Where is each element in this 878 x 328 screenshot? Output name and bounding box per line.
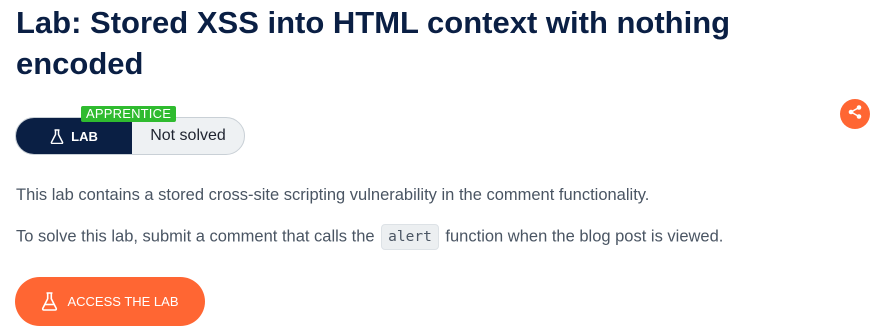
lab-instructions: To solve this lab, submit a comment that…	[16, 224, 723, 250]
share-icon	[847, 104, 863, 125]
level-badge: APPRENTICE	[81, 106, 177, 122]
instructions-text-before: To solve this lab, submit a comment that…	[16, 227, 375, 246]
lab-page: Lab: Stored XSS into HTML context with n…	[0, 0, 878, 328]
lab-type-text: LAB	[71, 128, 98, 144]
page-title: Lab: Stored XSS into HTML context with n…	[16, 5, 731, 81]
instructions-text-after: function when the blog post is viewed.	[445, 227, 724, 246]
lab-status-pill: LAB Not solved	[15, 117, 245, 155]
flask-icon	[50, 128, 64, 144]
flask-icon	[41, 292, 58, 311]
alert-code: alert	[381, 224, 439, 250]
share-button[interactable]	[840, 99, 870, 129]
solved-status: Not solved	[150, 127, 226, 144]
access-lab-label: ACCESS THE LAB	[67, 294, 179, 309]
access-lab-button[interactable]: ACCESS THE LAB	[15, 277, 205, 326]
lab-type-label: LAB	[16, 118, 132, 154]
lab-description: This lab contains a stored cross-site sc…	[16, 186, 650, 204]
